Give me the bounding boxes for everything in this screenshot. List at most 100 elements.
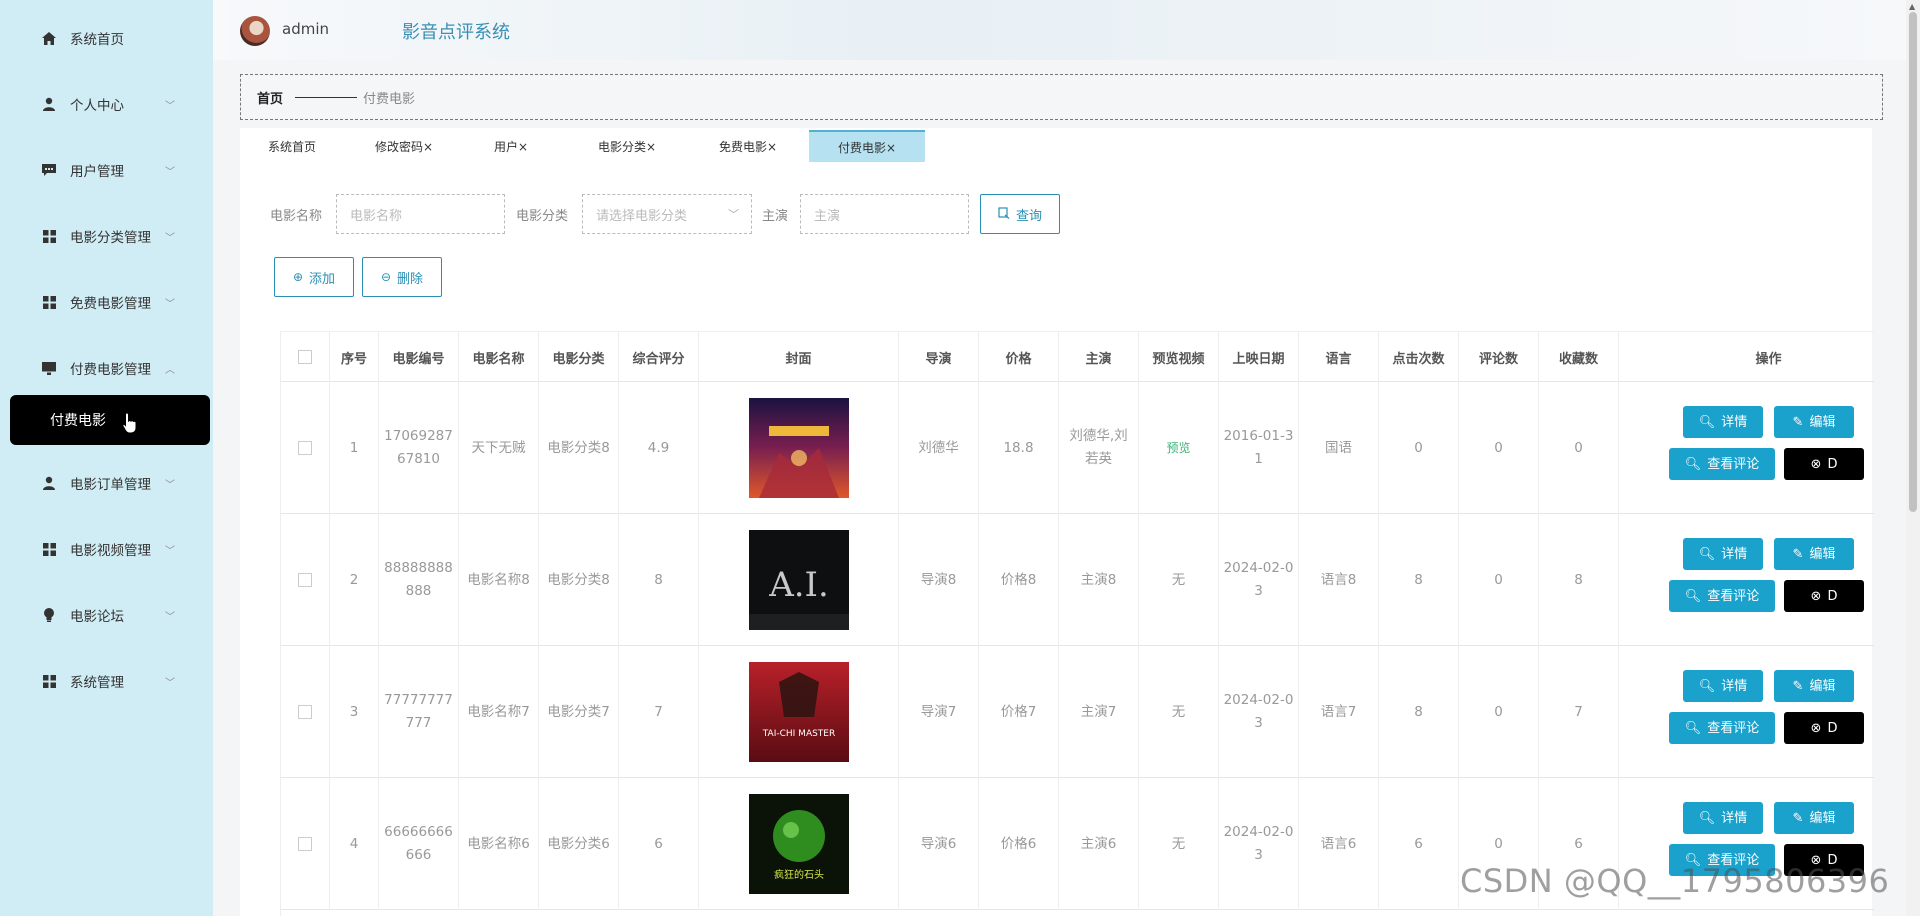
select-all-cell (281, 332, 330, 382)
cell-score: 7 (619, 646, 699, 778)
cell-clicks: 8 (1379, 646, 1459, 778)
chevron-up-icon: ︿ (165, 364, 175, 376)
cell-category: 电影分类8 (539, 514, 619, 646)
cell-director: 导演8 (899, 514, 979, 646)
svg-text:TAI-CHI MASTER: TAI-CHI MASTER (761, 729, 835, 739)
sidebar: 系统首页 个人中心 ﹀ 用户管理 ﹀ 电影分类管理 ﹀ 免费电影管理 ﹀ 付费电… (0, 0, 213, 916)
cell-director: 导演6 (899, 778, 979, 910)
sidebar-item-personal[interactable]: 个人中心 ﹀ (0, 84, 213, 124)
cell-category: 电影分类7 (539, 646, 619, 778)
movie-poster[interactable]: TAI-CHI MASTER (748, 662, 849, 762)
tab-home[interactable]: 系统首页 (249, 130, 335, 162)
actor-input[interactable]: 主演 (800, 194, 969, 234)
cell-actor: 刘德华,刘若英 (1059, 382, 1139, 514)
sidebar-item-system[interactable]: 系统管理 ﹀ (0, 661, 213, 701)
col-header: 预览视频 (1139, 332, 1219, 382)
sidebar-item-paid-movies[interactable]: 付费电影管理 ︿ (0, 348, 213, 388)
query-button[interactable]: 查询 (980, 194, 1060, 234)
edit-icon: ✎ (1792, 810, 1804, 826)
cell-actor: 主演6 (1059, 778, 1139, 910)
detail-button[interactable]: 🔍︎ 详情 (1683, 670, 1763, 702)
movie-poster[interactable] (748, 398, 849, 498)
sidebar-item-users[interactable]: 用户管理 ﹀ (0, 150, 213, 190)
cell-price: 价格6 (979, 778, 1059, 910)
cell-price: 价格8 (979, 514, 1059, 646)
breadcrumb-current: 付费电影 (363, 91, 416, 107)
breadcrumb-home[interactable]: 首页 (257, 88, 283, 107)
edit-icon: ✎ (1792, 414, 1804, 430)
row-checkbox[interactable] (298, 705, 312, 719)
view-comments-button[interactable]: 🔍︎ 查看评论 (1669, 448, 1775, 480)
tab-paid-movies[interactable]: 付费电影× (809, 130, 925, 162)
cell-language: 语言6 (1299, 778, 1379, 910)
cell-operations: 🔍︎ 详情 ✎ 编辑 🔍︎ 查看评论 ⊗ D (1619, 382, 1874, 514)
delete-row-button[interactable]: ⊗ D (1784, 712, 1864, 744)
add-button[interactable]: ⊕ 添加 (274, 257, 354, 297)
cell-name: 天下无贼 (459, 382, 539, 514)
edit-button[interactable]: ✎ 编辑 (1774, 406, 1854, 438)
movie-category-select[interactable]: 请选择电影分类 ﹀ (582, 194, 752, 234)
chevron-down-icon: ﹀ (165, 677, 175, 689)
vertical-scrollbar[interactable]: ▲ (1906, 0, 1920, 916)
row-select-cell (281, 778, 330, 910)
row-checkbox[interactable] (298, 441, 312, 455)
bulb-icon (41, 607, 57, 623)
row-checkbox[interactable] (298, 573, 312, 587)
edit-icon: ✎ (1792, 546, 1804, 562)
cell-operations: 🔍︎ 详情 ✎ 编辑 🔍︎ 查看评论 ⊗ D (1619, 514, 1874, 646)
select-all-checkbox[interactable] (298, 350, 312, 364)
row-checkbox[interactable] (298, 837, 312, 851)
chevron-down-icon: ﹀ (728, 208, 739, 221)
view-comments-button[interactable]: 🔍︎ 查看评论 (1669, 580, 1775, 612)
avatar[interactable] (240, 16, 270, 46)
chevron-down-icon: ﹀ (165, 100, 175, 112)
movie-table: 序号 电影编号 电影名称 电影分类 综合评分 封面 导演 价格 主演 预览视频 … (280, 331, 1874, 916)
top-header: admin 影音点评系统 (213, 0, 1906, 60)
detail-button[interactable]: 🔍︎ 详情 (1683, 406, 1763, 438)
col-header: 上映日期 (1219, 332, 1299, 382)
cell-price: 18.8 (979, 382, 1059, 514)
chevron-down-icon: ﹀ (165, 298, 175, 310)
delete-button[interactable]: ⊖ 删除 (362, 257, 442, 297)
tab-categories[interactable]: 电影分类× (584, 130, 670, 162)
grid-icon (41, 673, 57, 689)
sidebar-item-home[interactable]: 系统首页 (0, 18, 213, 58)
edit-button[interactable]: ✎ 编辑 (1774, 670, 1854, 702)
search-icon: 🔍︎ (1684, 456, 1702, 472)
tab-change-password[interactable]: 修改密码× (361, 130, 447, 162)
sidebar-item-free-movies[interactable]: 免费电影管理 ﹀ (0, 282, 213, 322)
cell-index: 4 (330, 778, 379, 910)
user-icon (41, 475, 57, 491)
movie-name-input[interactable]: 电影名称 (336, 194, 505, 234)
cell-date: 2024-02-03 (1219, 514, 1299, 646)
cell-name: 电影名称6 (459, 778, 539, 910)
movie-poster[interactable]: 疯狂的石头 (748, 794, 849, 894)
search-icon: 🔍︎ (1684, 720, 1702, 736)
delete-row-button[interactable]: ⊗ D (1784, 448, 1864, 480)
scrollbar-thumb[interactable] (1909, 12, 1917, 512)
detail-button[interactable]: 🔍︎ 详情 (1683, 538, 1763, 570)
sidebar-subitem-paid-movie[interactable]: 付费电影 (10, 395, 210, 445)
sidebar-item-category[interactable]: 电影分类管理 ﹀ (0, 216, 213, 256)
sidebar-item-label: 系统管理 (70, 675, 124, 691)
tab-free-movies[interactable]: 免费电影× (705, 130, 791, 162)
sidebar-item-forum[interactable]: 电影论坛 ﹀ (0, 595, 213, 635)
row-select-cell (281, 382, 330, 514)
scroll-up-icon[interactable]: ▲ (1909, 2, 1915, 11)
edit-button[interactable]: ✎ 编辑 (1774, 538, 1854, 570)
edit-button[interactable]: ✎ 编辑 (1774, 802, 1854, 834)
detail-button[interactable]: 🔍︎ 详情 (1683, 802, 1763, 834)
cell-preview: 无 (1139, 778, 1219, 910)
movie-poster[interactable]: A.I. (748, 530, 849, 630)
view-comments-button[interactable]: 🔍︎ 查看评论 (1669, 712, 1775, 744)
plus-circle-icon: ⊕ (292, 270, 304, 284)
cell-preview-link[interactable]: 预览 (1139, 382, 1219, 514)
watermark: CSDN @QQ__1795806396 (1460, 862, 1890, 900)
sidebar-item-videos[interactable]: 电影视频管理 ﹀ (0, 529, 213, 569)
tab-users[interactable]: 用户× (468, 130, 554, 162)
cell-favorites: 7 (1539, 646, 1619, 778)
username[interactable]: admin (282, 20, 329, 38)
sidebar-item-orders[interactable]: 电影订单管理 ﹀ (0, 463, 213, 503)
cell-index: 1 (330, 382, 379, 514)
delete-row-button[interactable]: ⊗ D (1784, 580, 1864, 612)
